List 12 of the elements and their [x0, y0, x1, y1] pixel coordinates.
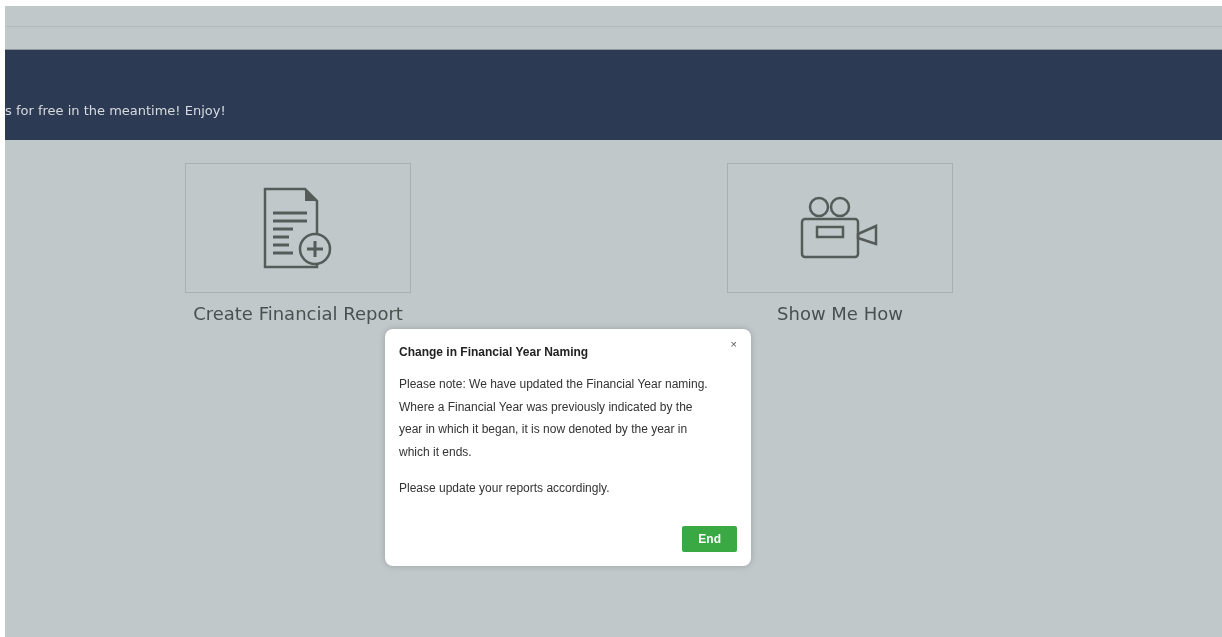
dialog-message: Please note: We have updated the Financial Year naming. Where a Financial Year was previously indicated by the year in which it began, it is now denoted by the year in which it ends. — [399, 376, 709, 461]
video-tile[interactable] — [727, 163, 953, 293]
tile-label[interactable]: Show Me How — [777, 303, 903, 324]
dialog-message: Please update your reports accordingly. — [399, 480, 611, 497]
banner-message: s for free in the meantime! Enjoy! — [5, 103, 226, 118]
document-add-icon — [263, 187, 333, 269]
video-camera-icon — [800, 196, 880, 260]
report-tile[interactable] — [185, 163, 411, 293]
tile-label[interactable]: Create Financial Report — [193, 303, 403, 324]
close-button[interactable]: × — [730, 339, 737, 350]
dialog-title: Change in Financial Year Naming — [399, 345, 589, 359]
end-button[interactable]: End — [682, 526, 737, 552]
